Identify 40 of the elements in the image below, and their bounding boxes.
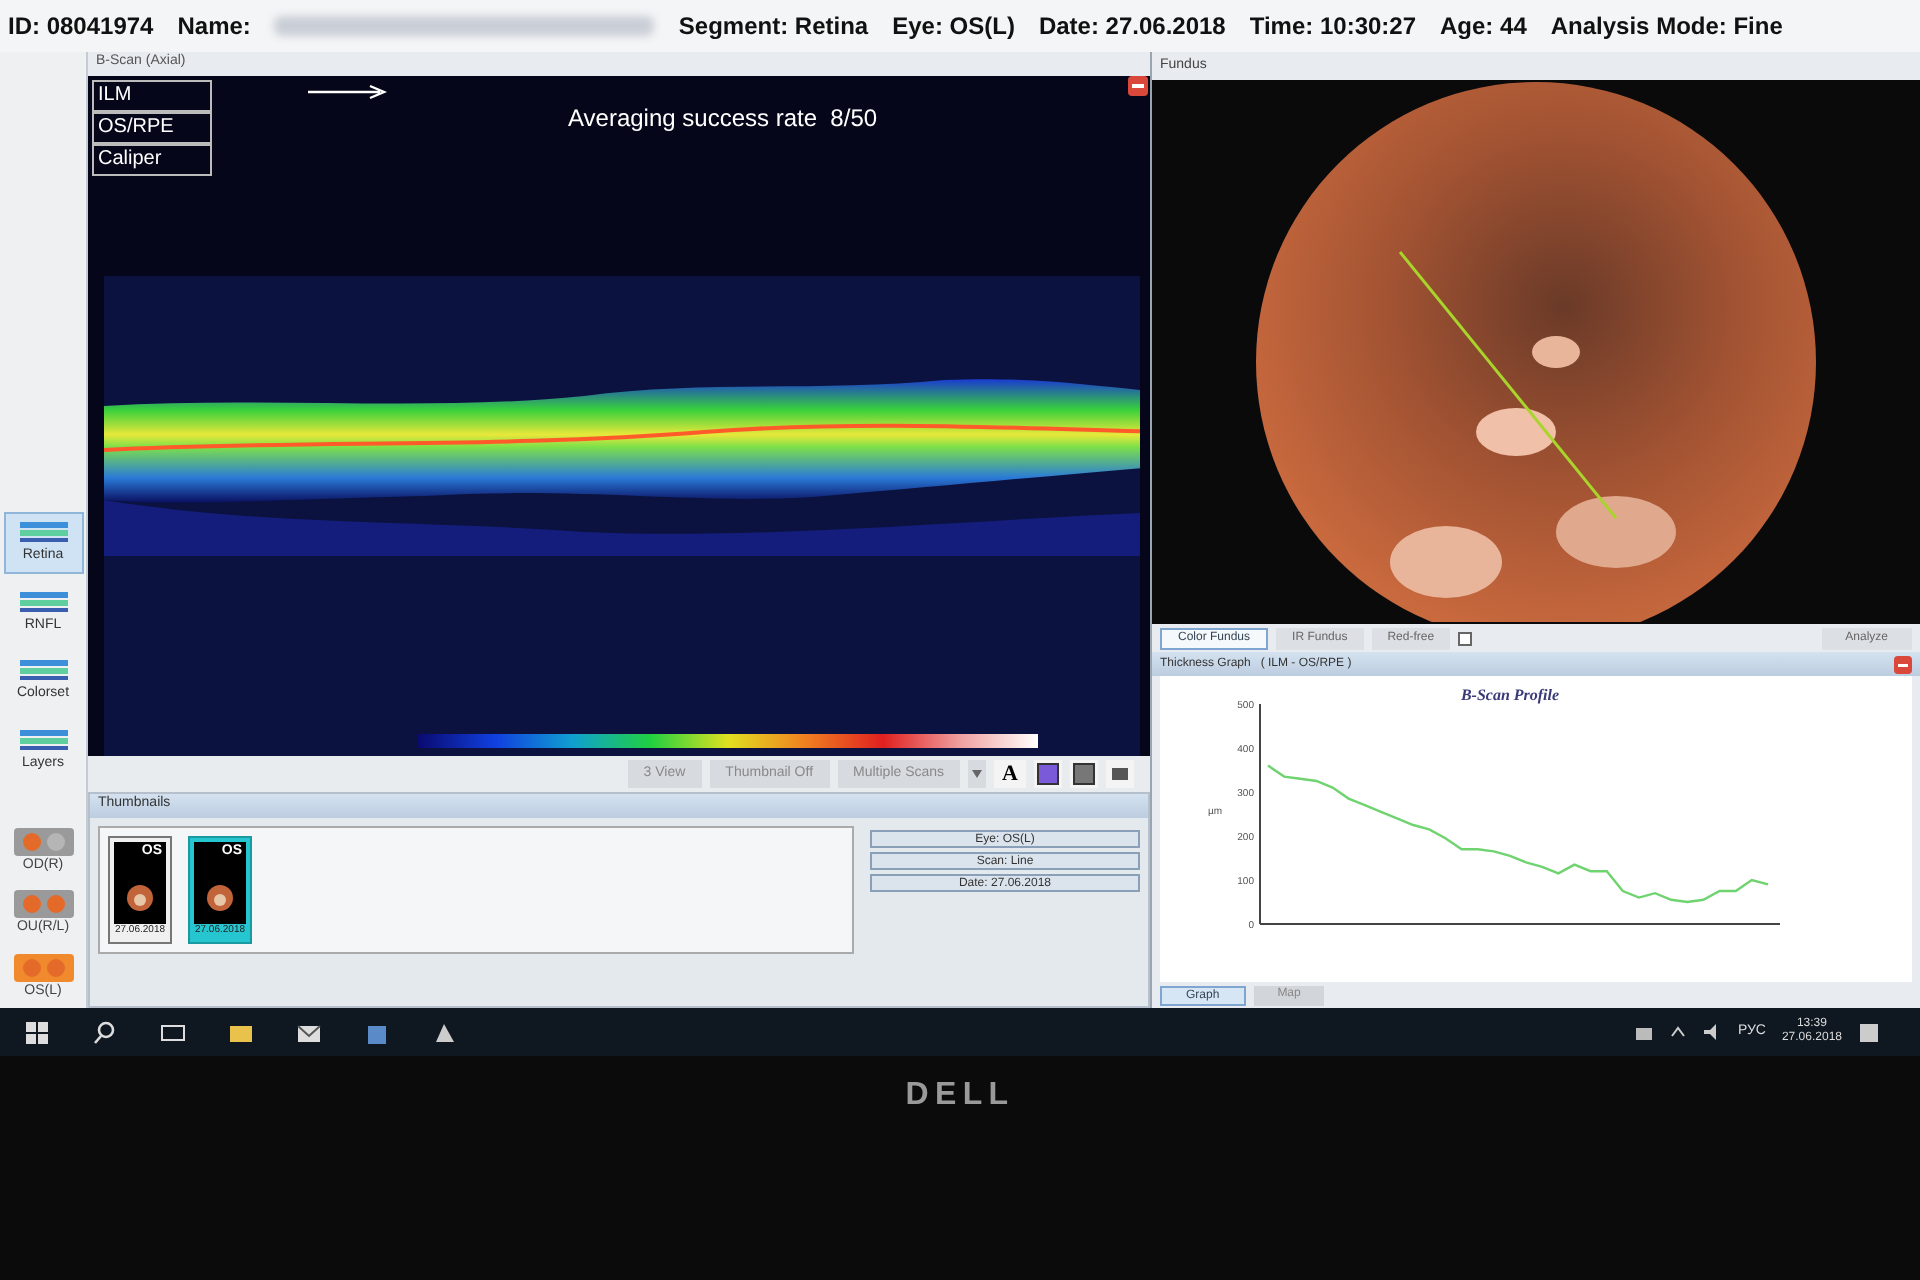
eyes-icon	[13, 827, 73, 855]
mail-icon	[296, 1019, 322, 1045]
windows-icon	[24, 1019, 50, 1045]
header-field: Age: 44	[1440, 8, 1527, 44]
chart-title: B-Scan Profile	[1460, 686, 1560, 704]
fundus-thumbnail-icon	[126, 884, 154, 912]
eyes-icon	[13, 953, 73, 981]
header-field: Analysis Mode: Fine	[1550, 8, 1783, 44]
checkbox[interactable]	[1458, 631, 1473, 645]
layer-button[interactable]: OS/RPE	[92, 112, 212, 144]
layers-icon	[17, 725, 69, 753]
palette-button[interactable]	[1034, 760, 1062, 788]
search-icon	[92, 1019, 118, 1045]
layer-button[interactable]: Caliper	[92, 144, 212, 176]
network-icon	[1633, 1022, 1654, 1042]
name-label: Name:	[177, 10, 251, 44]
speaker-icon	[1701, 1022, 1722, 1042]
layers-icon	[17, 656, 69, 684]
windows-button[interactable]	[24, 1018, 52, 1046]
header-field: Time: 10:30:27	[1249, 8, 1417, 44]
eyes-icon	[13, 890, 73, 918]
task-view-icon	[160, 1019, 186, 1045]
fundus-thumbnail-icon	[206, 884, 234, 912]
patient-id: ID: 08041974	[8, 10, 154, 44]
header-field: Date: 27.06.2018	[1038, 8, 1226, 44]
layer-button[interactable]: ILM	[92, 80, 212, 112]
font-button[interactable]: A	[994, 760, 1026, 788]
arrow-icon	[308, 84, 388, 100]
search-button[interactable]	[92, 1018, 120, 1046]
layers-icon	[17, 587, 69, 615]
averaging-text: Averaging success rate 8/50	[568, 102, 878, 136]
layers-icon	[17, 518, 69, 546]
header-field: Eye: OS(L)	[892, 8, 1015, 44]
close-icon	[1128, 76, 1148, 96]
chevron-icon	[1669, 1024, 1686, 1040]
monitor-logo: DELL	[905, 1076, 1015, 1116]
notification-icon	[1858, 1021, 1880, 1043]
caret-icon	[972, 770, 983, 778]
palette-icon	[1036, 762, 1060, 786]
header-field: Segment: Retina	[678, 8, 869, 44]
